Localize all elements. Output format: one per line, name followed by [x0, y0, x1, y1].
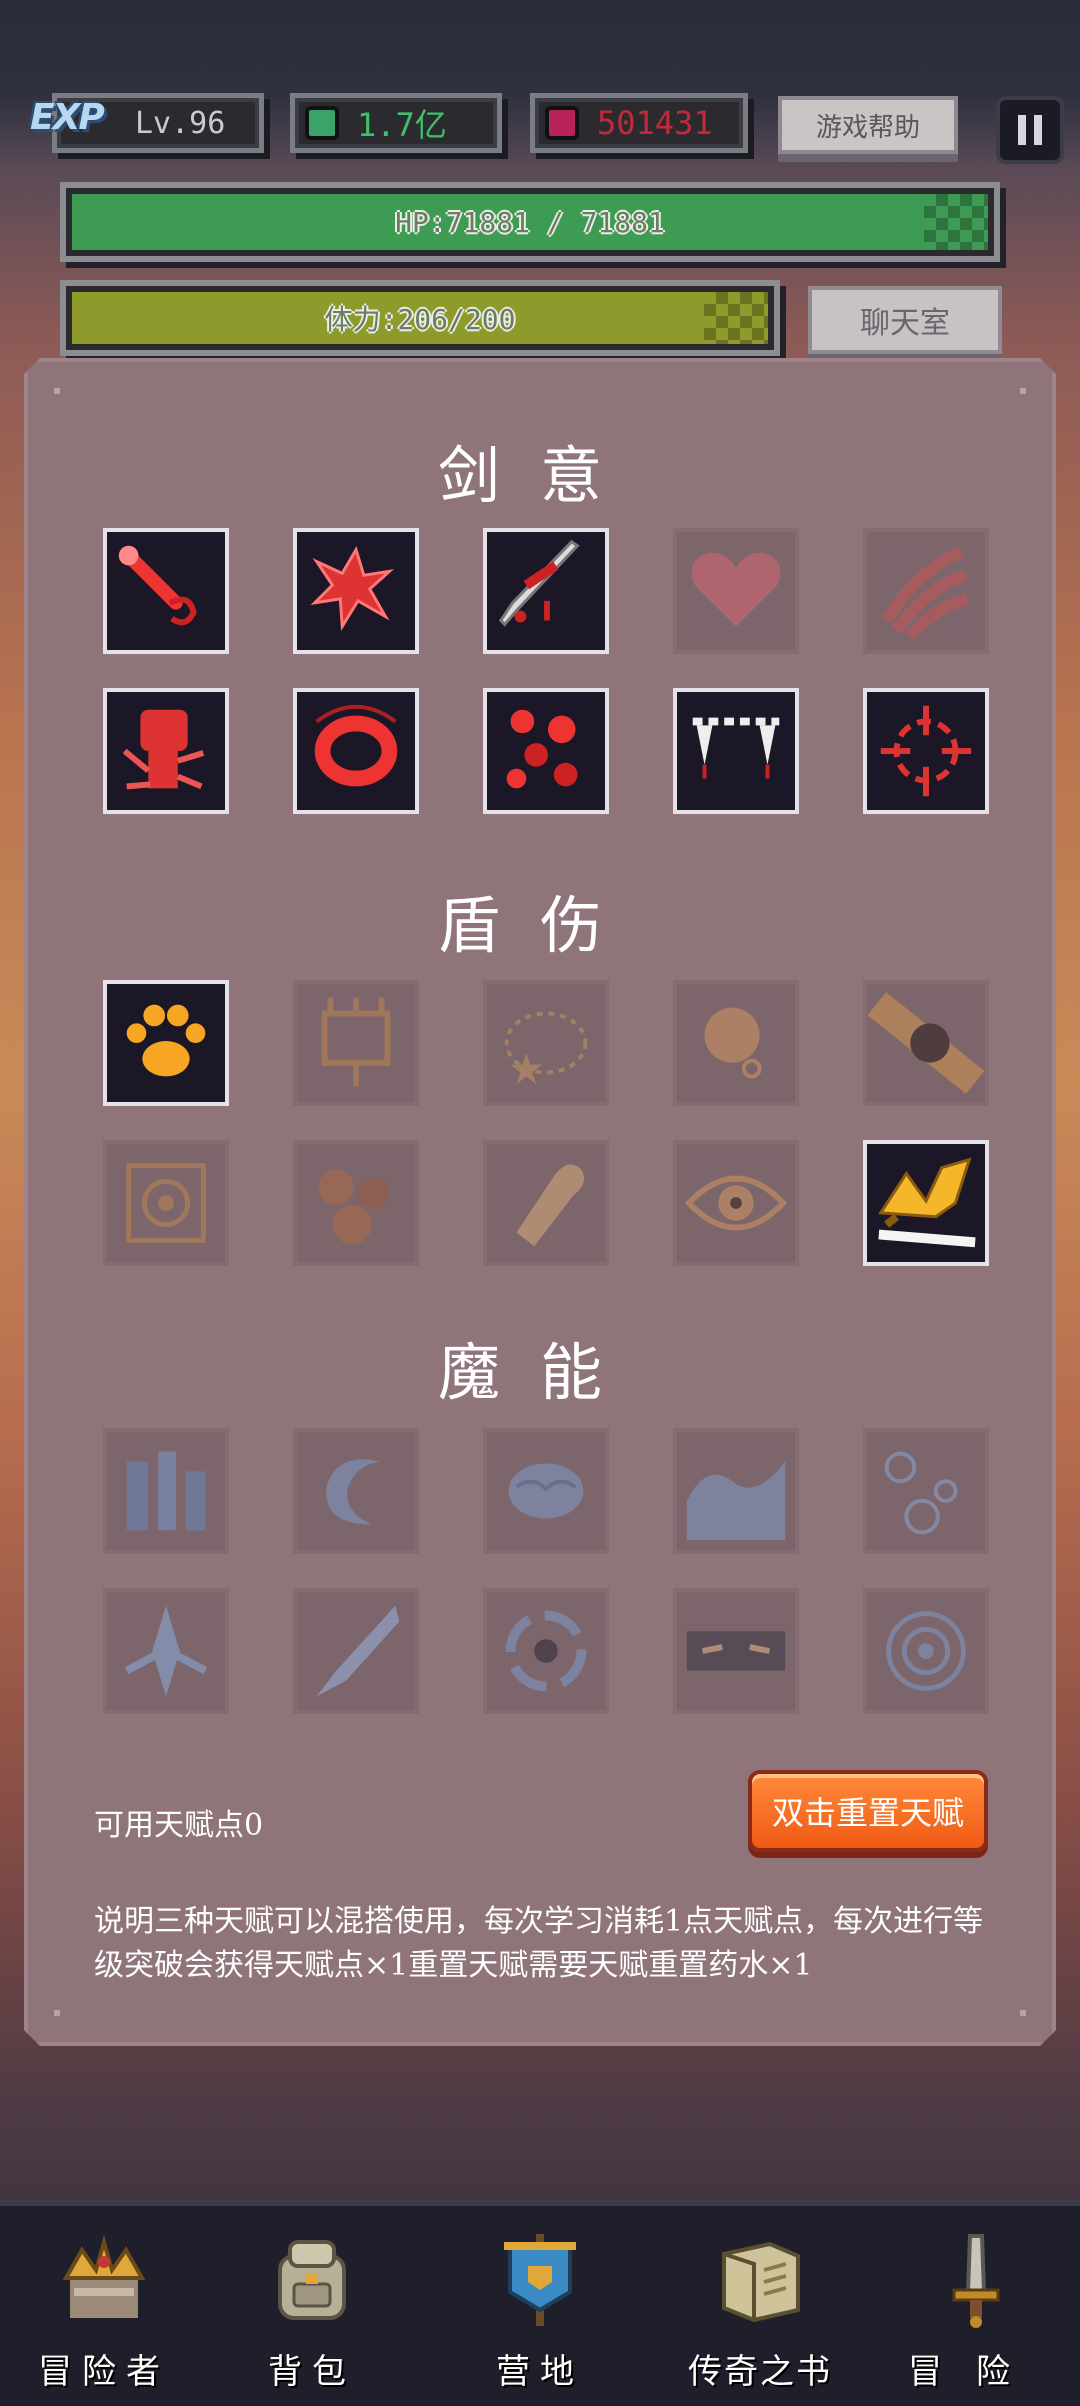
talent-slot-bubbles[interactable]	[863, 1428, 989, 1554]
talent-slot-thunder-blade[interactable]	[863, 1140, 989, 1266]
talent-slot-fist[interactable]	[103, 688, 229, 814]
stamina-bar: 体力:206/200	[60, 280, 780, 356]
talent-slot-blood-splat[interactable]	[293, 528, 419, 654]
book-icon	[722, 2241, 800, 2323]
talent-slot-blood-ring[interactable]	[293, 688, 419, 814]
camp-banner-icon	[504, 2234, 576, 2326]
available-talent-points: 可用天赋点0	[94, 1808, 264, 1843]
red-currency-box: 501431	[530, 93, 748, 153]
pause-icon	[1018, 115, 1042, 145]
talent-slot-target-rune[interactable]	[103, 1140, 229, 1266]
talent-slot-bleeding-blade[interactable]	[483, 528, 609, 654]
nav-adventure-label: 冒险	[908, 2352, 1044, 2392]
chat-room-button[interactable]: 聊天室	[808, 286, 1002, 354]
talent-slot-shield-totem[interactable]	[293, 980, 419, 1106]
talent-slot-fangs[interactable]	[673, 688, 799, 814]
section-title-shield: 盾伤	[437, 889, 642, 962]
talent-slot-star-ring[interactable]	[483, 980, 609, 1106]
talent-slot-shadow-eyes[interactable]	[673, 1588, 799, 1714]
shadow-eyes-icon	[686, 1631, 786, 1671]
sword-icon	[952, 2234, 1000, 2328]
talent-slot-bullet[interactable]	[483, 1140, 609, 1266]
blood-splat-icon	[310, 546, 395, 632]
blood-ring-icon	[314, 704, 398, 787]
section-title-magic: 魔能	[437, 1336, 642, 1409]
bleeding-blade-icon	[498, 539, 580, 627]
bell-icon	[704, 1007, 762, 1079]
nav-adventurer[interactable]: 冒险者	[24, 2228, 184, 2393]
paw-icon	[126, 1004, 206, 1077]
blood-sword-icon	[118, 545, 197, 626]
hp-bar-label: HP:71881 / 71881	[395, 205, 665, 239]
potion-bottles-icon	[126, 1451, 206, 1531]
rocks-icon	[318, 1169, 390, 1245]
brain-icon	[508, 1463, 584, 1519]
shield-totem-icon	[321, 997, 391, 1087]
ice-spike-icon	[316, 1605, 400, 1697]
nav-camp[interactable]: 营地	[460, 2228, 620, 2393]
talent-slot-vortex[interactable]	[483, 1588, 609, 1714]
thunder-blade-icon	[878, 1157, 976, 1248]
talent-slot-crescent[interactable]	[293, 1428, 419, 1554]
portal-icon	[886, 1611, 966, 1691]
green-currency-text: 1.7亿	[357, 106, 447, 144]
nav-backpack-label: 背包	[268, 2352, 356, 2392]
talent-slot-ice-spike[interactable]	[293, 1588, 419, 1714]
nav-adventure[interactable]: 冒险	[896, 2228, 1056, 2393]
talent-slot-cannonball[interactable]	[863, 980, 989, 1106]
talent-slot-blood-drops[interactable]	[483, 688, 609, 814]
talent-slot-portal[interactable]	[863, 1588, 989, 1714]
talent-slot-paw[interactable]	[103, 980, 229, 1106]
emerald-icon	[305, 106, 339, 140]
wave-icon	[686, 1461, 786, 1541]
cannonball-icon	[867, 992, 985, 1094]
eye-icon	[684, 1175, 788, 1231]
game-help-button[interactable]: 游戏帮助	[778, 96, 958, 154]
nav-legend-book-label: 传奇之书	[688, 2352, 832, 2392]
vortex-icon	[505, 1610, 587, 1692]
talent-slot-rocks[interactable]	[293, 1140, 419, 1266]
talent-slot-heart[interactable]	[673, 528, 799, 654]
claw-slash-icon	[881, 546, 969, 641]
heart-icon	[691, 552, 781, 627]
nav-camp-label: 营地	[496, 2352, 584, 2392]
talent-slot-potion-bottles[interactable]	[103, 1428, 229, 1554]
talent-slot-ice-shard[interactable]	[103, 1588, 229, 1714]
crown-icon	[62, 2234, 146, 2318]
crosshair-icon	[880, 705, 972, 797]
talent-slot-claw-slash[interactable]	[863, 528, 989, 654]
section-title-sword: 剑意	[437, 439, 642, 512]
reset-talents-button[interactable]: 双击重置天赋	[748, 1770, 988, 1852]
level-text: Lv.96	[135, 105, 226, 141]
target-rune-icon	[126, 1163, 206, 1243]
talent-slot-blood-sword[interactable]	[103, 528, 229, 654]
nav-adventurer-label: 冒险者	[38, 2352, 170, 2392]
fangs-icon	[692, 717, 780, 779]
pause-button[interactable]	[996, 96, 1064, 164]
ruby-icon	[545, 106, 579, 140]
blood-drops-icon	[506, 709, 578, 789]
talent-slot-bell[interactable]	[673, 980, 799, 1106]
talent-description: 说明三种天赋可以混搭使用，每次学习消耗1点天赋点，每次进行等级突破会获得天赋点×…	[94, 1904, 984, 1983]
talent-slot-crosshair[interactable]	[863, 688, 989, 814]
red-currency-text: 501431	[597, 104, 713, 142]
ice-shard-icon	[124, 1605, 208, 1697]
talent-slot-brain[interactable]	[483, 1428, 609, 1554]
green-currency-box: 1.7亿	[290, 93, 502, 153]
fist-icon	[122, 709, 205, 790]
bullet-icon	[516, 1164, 585, 1247]
talent-slot-wave[interactable]	[673, 1428, 799, 1554]
nav-backpack[interactable]: 背包	[232, 2228, 392, 2393]
hp-bar: HP:71881 / 71881	[60, 182, 1000, 262]
bubbles-icon	[884, 1451, 958, 1535]
backpack-icon	[278, 2240, 346, 2320]
crescent-icon	[326, 1459, 380, 1525]
exp-logo: EXP	[30, 97, 105, 138]
nav-legend-book[interactable]: 传奇之书	[680, 2228, 840, 2393]
star-ring-icon	[504, 1011, 588, 1085]
stamina-bar-label: 体力:206/200	[324, 303, 516, 336]
talent-slot-eye[interactable]	[673, 1140, 799, 1266]
